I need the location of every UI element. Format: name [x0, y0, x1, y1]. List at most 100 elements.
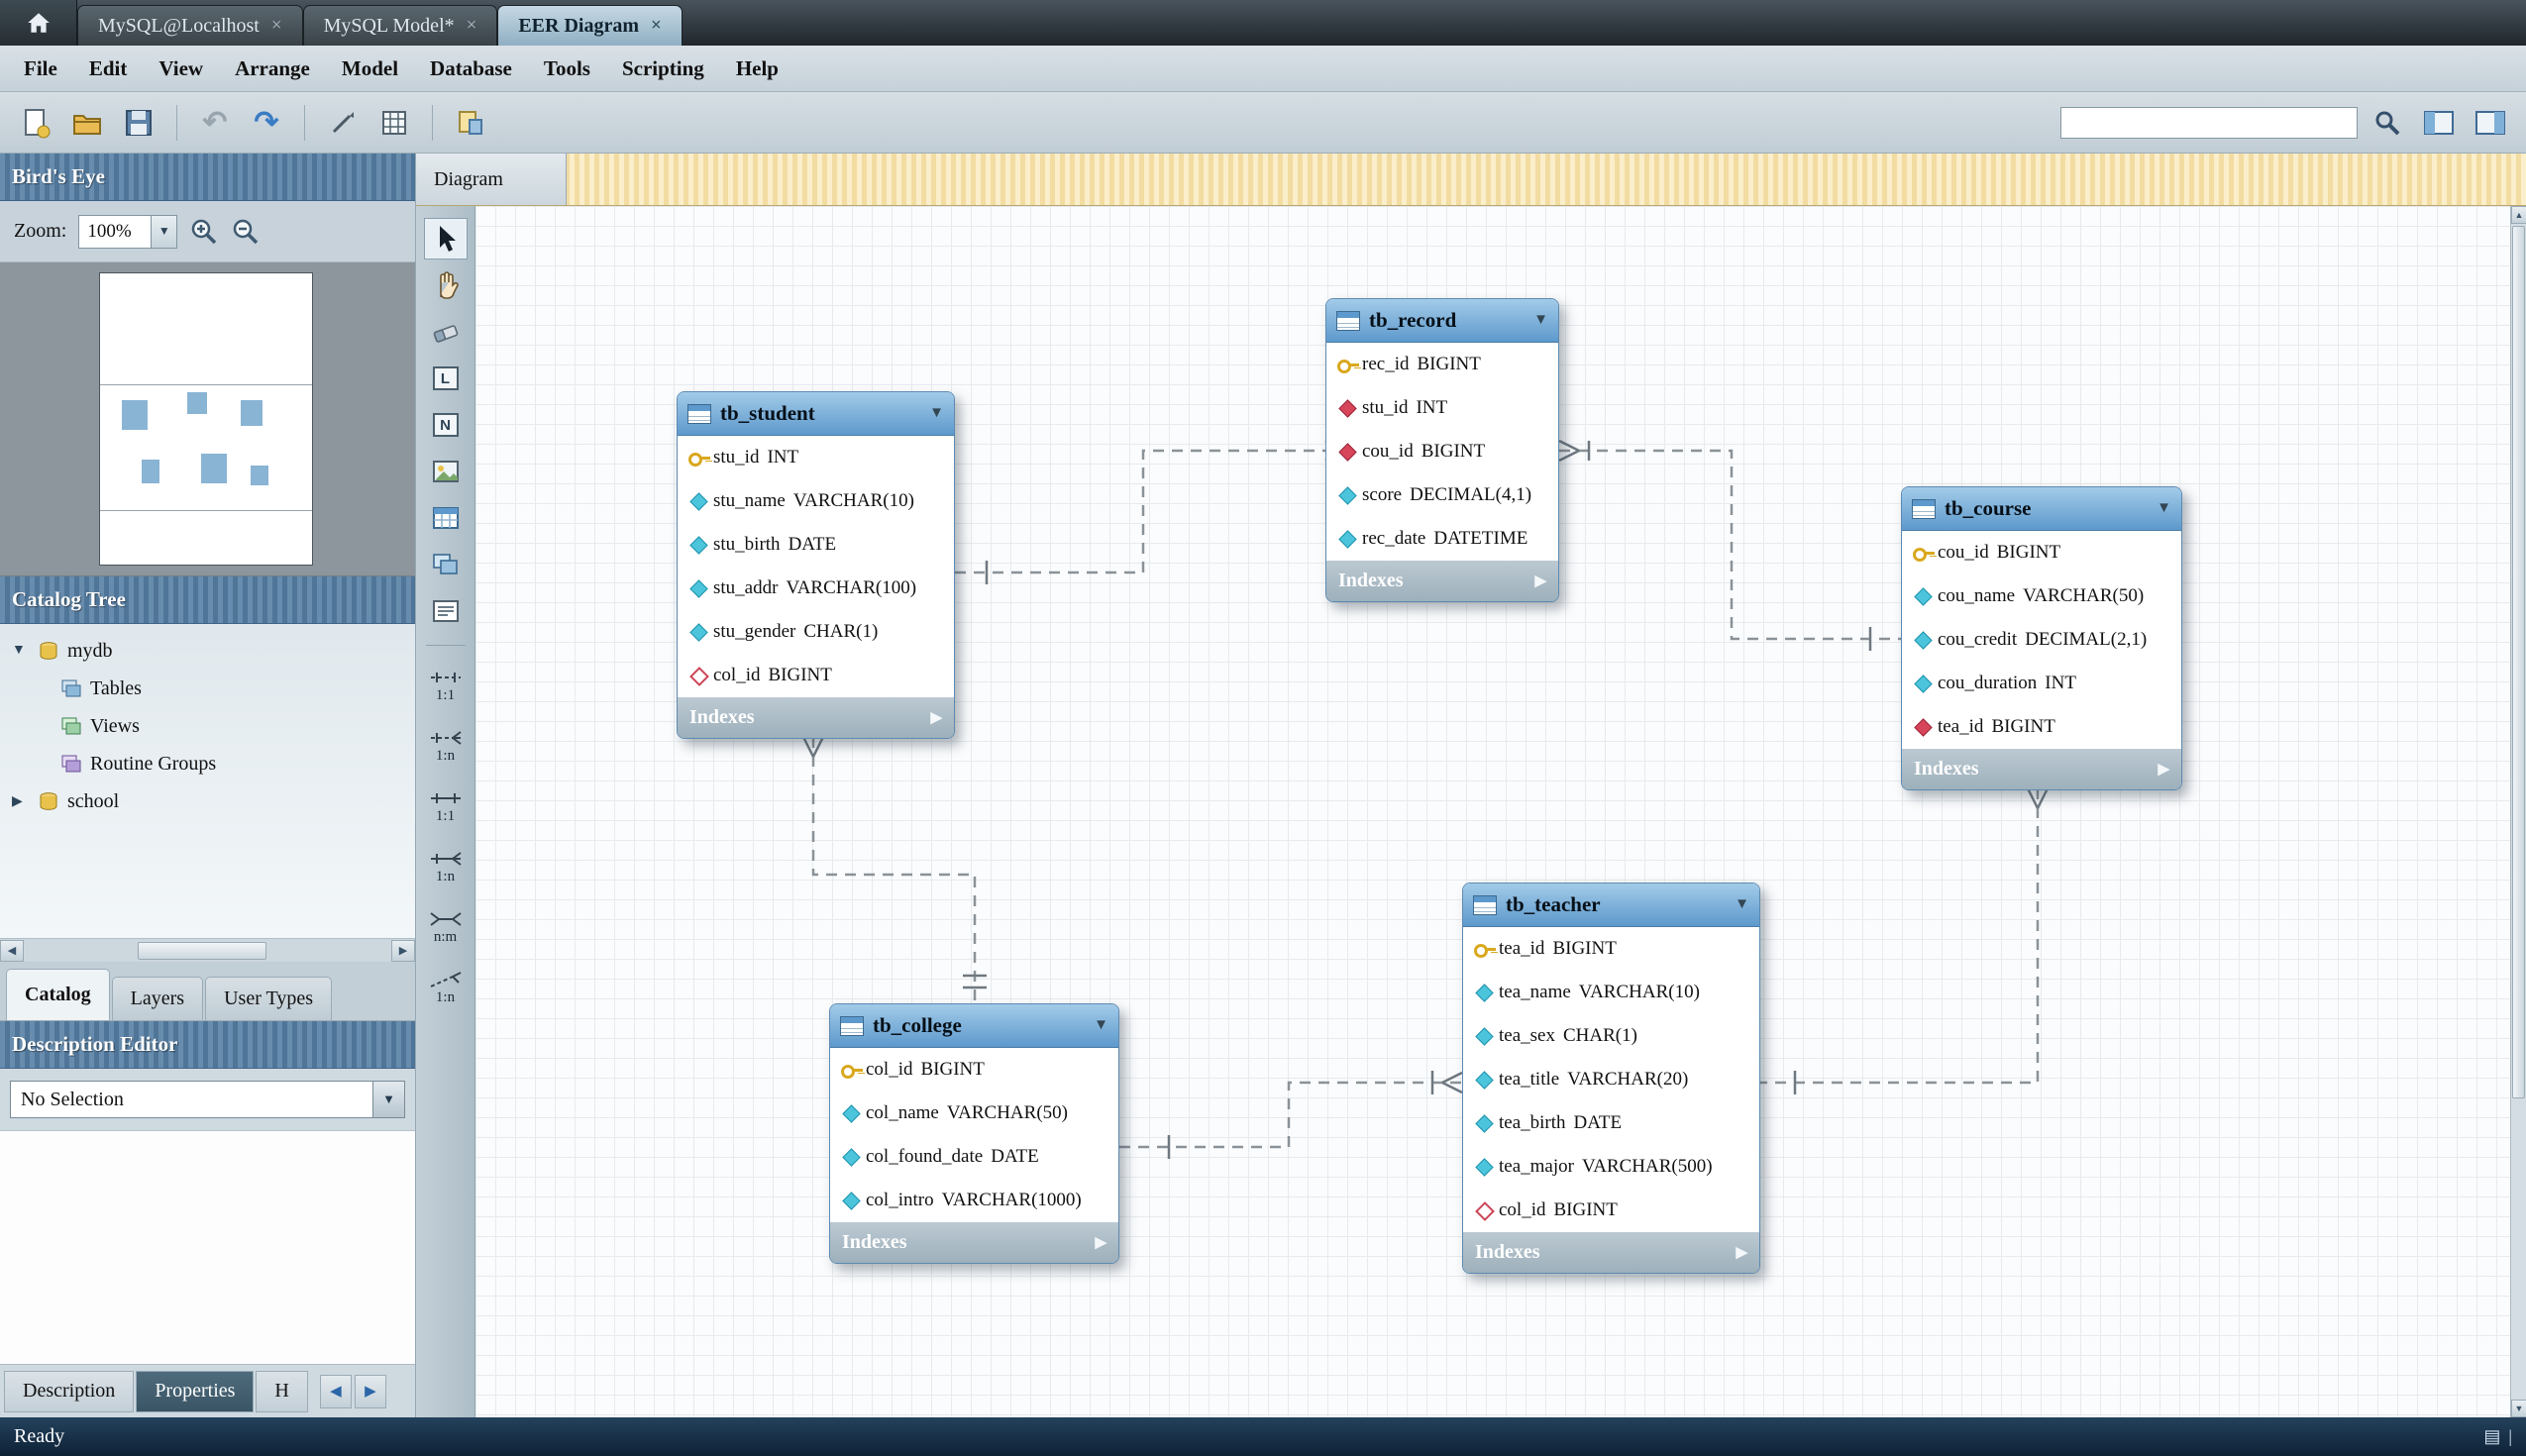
zoom-out-button[interactable]	[231, 217, 261, 247]
expand-arrow-icon[interactable]: ▶	[1095, 1233, 1106, 1252]
indexes-footer[interactable]: Indexes▶	[1326, 561, 1558, 601]
catalog-horizontal-scrollbar[interactable]: ◀ ▶	[0, 938, 415, 962]
menu-help[interactable]: Help	[720, 56, 794, 81]
column-row[interactable]: tea_idBIGINT	[1902, 705, 2181, 749]
close-tab-icon[interactable]: ×	[651, 15, 662, 37]
rel-tool-1-1-nonidentifying[interactable]: 1:1	[420, 659, 472, 714]
tree-node-tables[interactable]: Tables	[0, 670, 415, 707]
indexes-footer[interactable]: Indexes▶	[678, 697, 954, 738]
tree-node-views[interactable]: Views	[0, 707, 415, 745]
undo-button[interactable]: ↶	[193, 101, 237, 145]
collapse-arrow-icon[interactable]: ▼	[1735, 896, 1749, 913]
column-row[interactable]: rec_dateDATETIME	[1326, 517, 1558, 561]
column-row[interactable]: tea_nameVARCHAR(10)	[1463, 971, 1759, 1014]
zoom-dropdown-arrow-icon[interactable]: ▼	[151, 216, 176, 248]
menu-view[interactable]: View	[143, 56, 219, 81]
column-row[interactable]: col_nameVARCHAR(50)	[830, 1092, 1118, 1135]
tab-scroll-left-button[interactable]: ◀	[320, 1375, 352, 1408]
entity-header[interactable]: tb_record ▼	[1326, 299, 1558, 343]
tab-history[interactable]: H	[256, 1371, 307, 1412]
tab-eer-diagram[interactable]: EER Diagram ×	[497, 5, 683, 46]
rel-tool-1-n-identifying[interactable]: 1:n	[420, 840, 472, 895]
column-row[interactable]: cou_creditDECIMAL(2,1)	[1902, 618, 2181, 662]
scrollbar-thumb[interactable]	[138, 942, 266, 960]
chevron-down-icon[interactable]: ▼	[372, 1082, 404, 1117]
close-tab-icon[interactable]: ×	[467, 15, 477, 37]
entity-header[interactable]: tb_course ▼	[1902, 487, 2181, 531]
tab-properties[interactable]: Properties	[136, 1371, 254, 1412]
search-input[interactable]	[2060, 107, 2358, 139]
rel-tool-existing-columns[interactable]: 1:n	[420, 961, 472, 1016]
column-row[interactable]: tea_sexCHAR(1)	[1463, 1014, 1759, 1058]
tab-scroll-right-button[interactable]: ▶	[355, 1375, 386, 1408]
column-row[interactable]: cou_nameVARCHAR(50)	[1902, 574, 2181, 618]
column-row[interactable]: col_introVARCHAR(1000)	[830, 1179, 1118, 1222]
new-diagram-button[interactable]	[449, 101, 492, 145]
zoom-select[interactable]: 100% ▼	[78, 215, 177, 249]
column-row[interactable]: rec_idBIGINT	[1326, 343, 1558, 386]
entity-tb-college[interactable]: tb_college ▼ col_idBIGINT col_nameVARCHA…	[829, 1003, 1119, 1264]
column-row[interactable]: stu_birthDATE	[678, 523, 954, 567]
menu-file[interactable]: File	[8, 56, 73, 81]
entity-header[interactable]: tb_student ▼	[678, 392, 954, 436]
expand-arrow-icon[interactable]: ▶	[1736, 1243, 1747, 1262]
indexes-footer[interactable]: Indexes▶	[830, 1222, 1118, 1263]
collapse-arrow-icon[interactable]: ▼	[1094, 1017, 1108, 1034]
menu-database[interactable]: Database	[414, 56, 528, 81]
scroll-left-icon[interactable]: ◀	[0, 940, 24, 962]
entity-tb-course[interactable]: tb_course ▼ cou_idBIGINT cou_nameVARCHAR…	[1901, 486, 2182, 790]
tree-node-mydb[interactable]: ▼ mydb	[0, 632, 415, 670]
home-button[interactable]	[0, 0, 77, 46]
indexes-footer[interactable]: Indexes▶	[1902, 749, 2181, 789]
redo-button[interactable]: ↷	[245, 101, 288, 145]
scroll-down-icon[interactable]: ▼	[2511, 1400, 2526, 1417]
column-row[interactable]: cou_idBIGINT	[1902, 531, 2181, 574]
cursor-tool[interactable]	[424, 218, 468, 260]
selection-dropdown[interactable]: No Selection ▼	[10, 1081, 405, 1118]
routine-group-tool[interactable]	[424, 590, 468, 632]
column-row[interactable]: col_idBIGINT	[830, 1048, 1118, 1092]
column-row[interactable]: stu_genderCHAR(1)	[678, 610, 954, 654]
eraser-tool[interactable]	[424, 311, 468, 353]
tab-user-types[interactable]: User Types	[205, 977, 332, 1020]
image-tool[interactable]	[424, 451, 468, 492]
rel-tool-1-n-nonidentifying[interactable]: 1:n	[420, 719, 472, 775]
column-row[interactable]: tea_idBIGINT	[1463, 927, 1759, 971]
menu-scripting[interactable]: Scripting	[606, 56, 720, 81]
table-tool[interactable]	[424, 497, 468, 539]
pen-tool-button[interactable]	[321, 101, 365, 145]
birds-eye-preview[interactable]	[0, 262, 415, 576]
toggle-sidebar-left-button[interactable]	[2417, 101, 2461, 145]
menu-tools[interactable]: Tools	[528, 56, 606, 81]
hand-tool[interactable]	[424, 264, 468, 306]
toggle-sidebar-right-button[interactable]	[2469, 101, 2512, 145]
view-tool[interactable]	[424, 544, 468, 585]
tab-description[interactable]: Description	[4, 1371, 134, 1412]
column-row[interactable]: tea_titleVARCHAR(20)	[1463, 1058, 1759, 1101]
collapse-expander-icon[interactable]: ▼	[12, 643, 30, 659]
tab-mysql-localhost[interactable]: MySQL@Localhost ×	[77, 5, 303, 46]
column-row[interactable]: col_idBIGINT	[1463, 1189, 1759, 1232]
note-tool[interactable]: N	[424, 404, 468, 446]
column-row[interactable]: scoreDECIMAL(4,1)	[1326, 473, 1558, 517]
birds-eye-page[interactable]	[99, 272, 313, 566]
tree-node-school[interactable]: ▶ school	[0, 782, 415, 820]
save-model-button[interactable]	[117, 101, 160, 145]
scrollbar-thumb[interactable]	[2512, 226, 2525, 1098]
tab-layers[interactable]: Layers	[112, 977, 203, 1020]
scroll-up-icon[interactable]: ▲	[2511, 206, 2526, 224]
tree-node-routine-groups[interactable]: Routine Groups	[0, 745, 415, 782]
menu-arrange[interactable]: Arrange	[219, 56, 326, 81]
expand-arrow-icon[interactable]: ▶	[2158, 760, 2169, 779]
entity-header[interactable]: tb_teacher ▼	[1463, 884, 1759, 927]
open-model-button[interactable]	[65, 101, 109, 145]
expand-arrow-icon[interactable]: ▶	[930, 708, 942, 727]
indexes-footer[interactable]: Indexes▶	[1463, 1232, 1759, 1273]
menu-model[interactable]: Model	[326, 56, 414, 81]
new-document-button[interactable]	[14, 101, 57, 145]
entity-tb-teacher[interactable]: tb_teacher ▼ tea_idBIGINT tea_nameVARCHA…	[1462, 883, 1760, 1274]
canvas-vertical-scrollbar[interactable]: ▲ ▼	[2510, 206, 2526, 1417]
tab-catalog[interactable]: Catalog	[6, 969, 110, 1020]
expand-expander-icon[interactable]: ▶	[12, 793, 30, 810]
rel-tool-1-1-identifying[interactable]: 1:1	[420, 780, 472, 835]
